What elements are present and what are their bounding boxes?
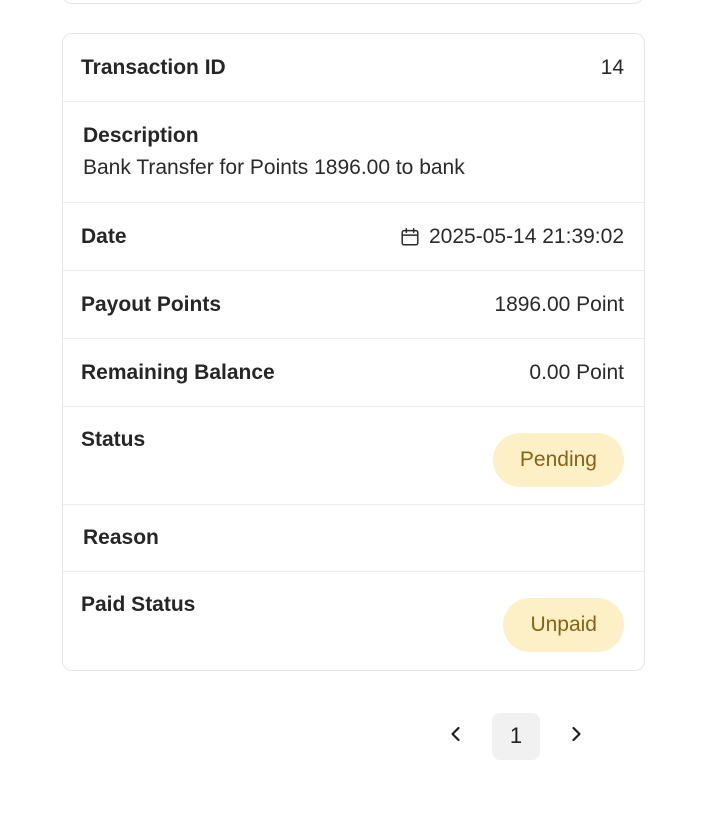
previous-transaction-card [62,0,644,4]
paid-status-badge: Unpaid [503,598,624,652]
date-label: Date [81,224,127,248]
date-value-group: 2025-05-14 21:39:02 [399,225,624,249]
next-page-button[interactable] [552,712,600,760]
transaction-id-label: Transaction ID [81,55,226,79]
chevron-left-icon [446,724,466,749]
date-value: 2025-05-14 21:39:02 [429,224,624,248]
transaction-card: Transaction ID 14 Description Bank Trans… [62,33,645,671]
chevron-right-icon [566,724,586,749]
transaction-id-value: 14 [600,55,624,79]
remaining-balance-value: 0.00 Point [529,360,624,384]
status-badge: Pending [492,433,624,487]
calendar-icon [399,226,421,248]
status-label: Status [81,428,146,451]
paid-status-label: Paid Status [81,593,196,616]
reason-label: Reason [83,526,159,549]
reason-row: Reason [63,505,644,572]
description-label: Description [83,124,199,147]
status-row: Status Pending [63,407,644,505]
date-row: Date 2025-05-14 21:39:02 [63,203,644,271]
payout-points-label: Payout Points [81,292,222,316]
transaction-id-row: Transaction ID 14 [63,34,644,102]
payout-points-row: Payout Points 1896.00 Point [63,271,644,339]
remaining-balance-label: Remaining Balance [81,360,275,384]
previous-page-button[interactable] [432,712,480,760]
description-value: Bank Transfer for Points 1896.00 to bank [83,156,465,179]
pagination: 1 [432,712,600,760]
remaining-balance-row: Remaining Balance 0.00 Point [63,339,644,407]
paid-status-row: Paid Status Unpaid [63,572,644,670]
description-row: Description Bank Transfer for Points 189… [63,102,644,203]
current-page-button[interactable]: 1 [492,712,540,760]
payout-points-value: 1896.00 Point [494,292,624,316]
